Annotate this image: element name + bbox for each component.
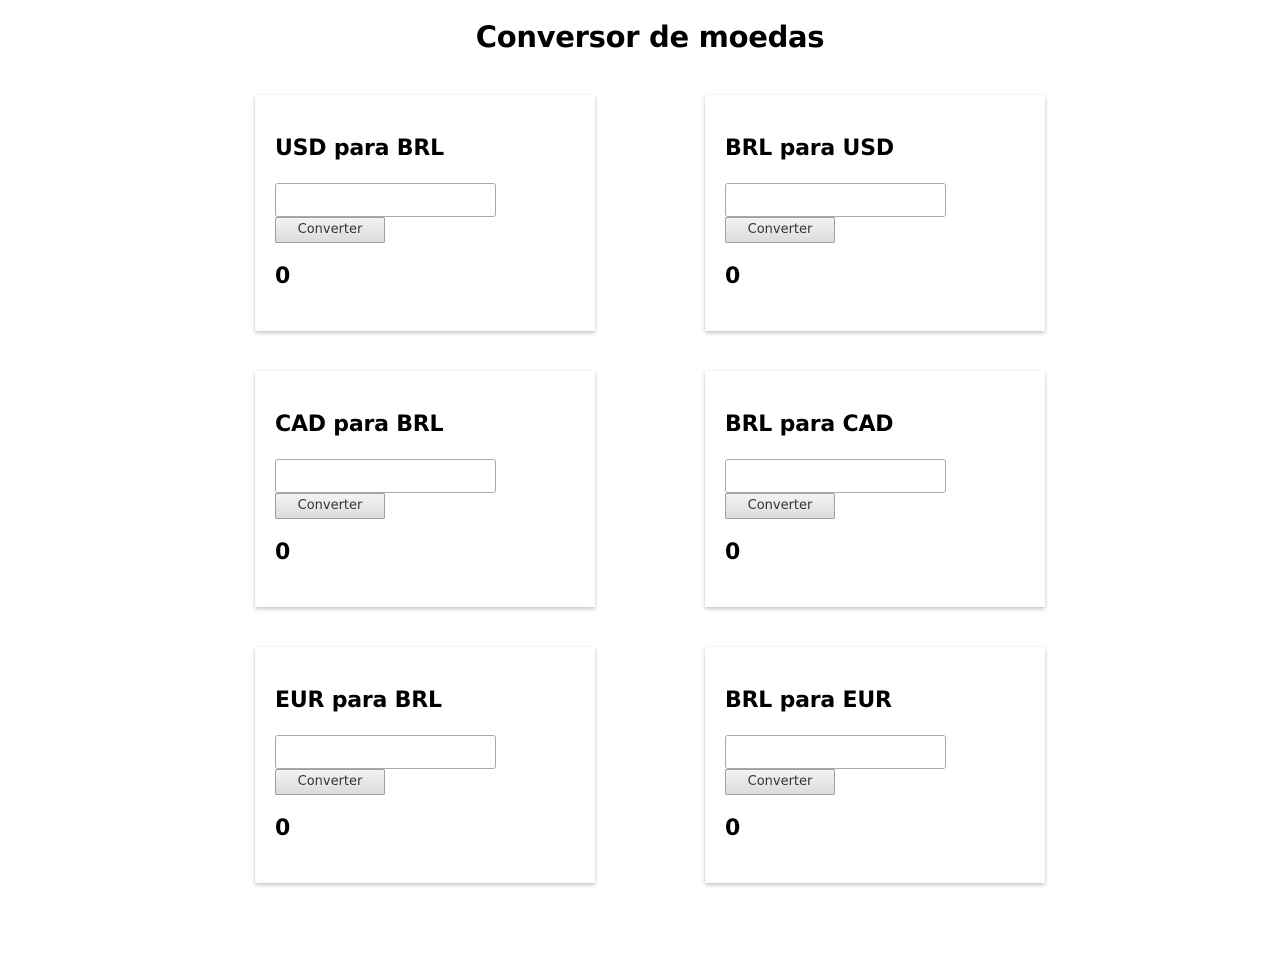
amount-input[interactable] [275,183,496,217]
convert-button[interactable]: Converter [725,217,835,243]
conversion-result: 0 [275,816,291,841]
convert-button[interactable]: Converter [275,769,385,795]
converter-title: BRL para EUR [725,688,892,713]
page-title: Conversor de moedas [475,20,825,54]
conversion-result: 0 [725,816,741,841]
converter-card-eur-brl: EUR para BRL Converter 0 [255,647,595,883]
conversion-result: 0 [725,264,741,289]
amount-input[interactable] [275,735,496,769]
conversion-result: 0 [275,264,291,289]
converter-card-brl-cad: BRL para CAD Converter 0 [705,371,1045,607]
amount-input[interactable] [725,459,946,493]
converter-card-cad-brl: CAD para BRL Converter 0 [255,371,595,607]
convert-button[interactable]: Converter [725,769,835,795]
converter-title: BRL para USD [725,136,894,161]
conversion-result: 0 [725,540,741,565]
converter-title: BRL para CAD [725,412,894,437]
converter-title: USD para BRL [275,136,444,161]
converter-card-usd-brl: USD para BRL Converter 0 [255,95,595,331]
converter-title: CAD para BRL [275,412,444,437]
converter-card-brl-usd: BRL para USD Converter 0 [705,95,1045,331]
amount-input[interactable] [725,735,946,769]
convert-button[interactable]: Converter [275,217,385,243]
convert-button[interactable]: Converter [275,493,385,519]
amount-input[interactable] [725,183,946,217]
amount-input[interactable] [275,459,496,493]
converter-title: EUR para BRL [275,688,442,713]
converter-card-brl-eur: BRL para EUR Converter 0 [705,647,1045,883]
convert-button[interactable]: Converter [725,493,835,519]
conversion-result: 0 [275,540,291,565]
